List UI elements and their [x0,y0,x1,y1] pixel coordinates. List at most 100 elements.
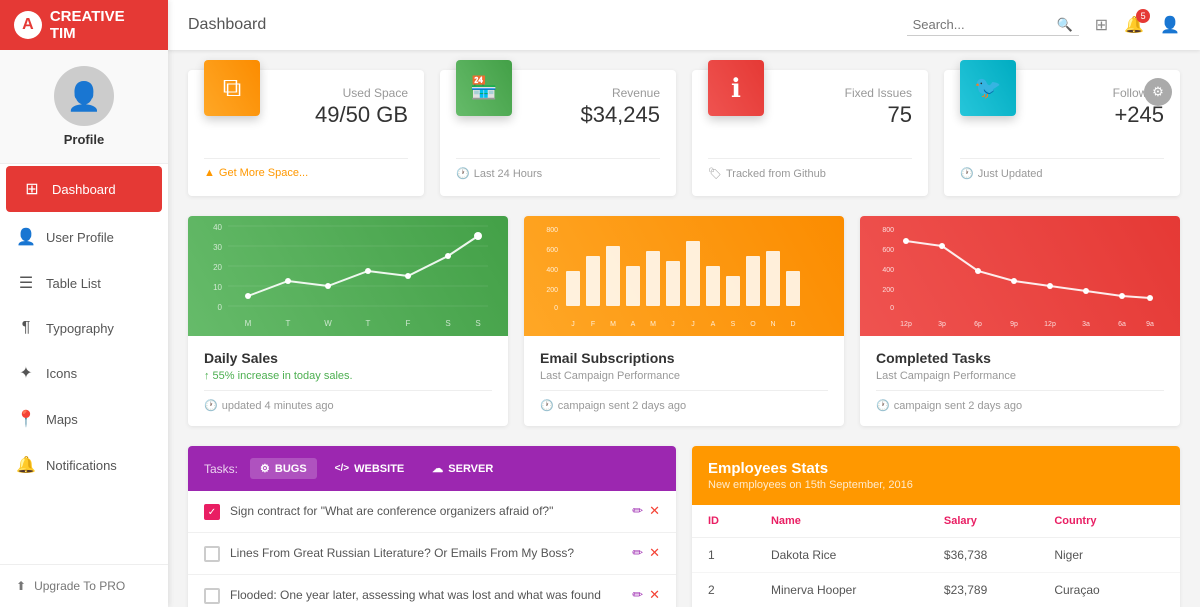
clock-icon: 🕐 [456,167,470,180]
task-delete-1[interactable]: ✕ [649,503,660,519]
upgrade-button[interactable]: ⬆ Upgrade To PRO [0,564,168,607]
svg-text:O: O [750,321,756,328]
bell-icon[interactable]: 🔔 5 [1124,15,1144,35]
emp-country: Curaçao [1038,573,1180,607]
svg-text:J: J [571,321,575,328]
svg-text:800: 800 [882,227,894,234]
completed-tasks-chart: 800 600 400 200 0 [860,216,1180,336]
task-actions-3: ✏ ✕ [632,587,660,603]
email-subs-footer-text: campaign sent 2 days ago [558,400,686,412]
svg-text:M: M [610,321,616,328]
task-delete-2[interactable]: ✕ [649,545,660,561]
followers-footer-text: Just Updated [978,168,1043,180]
task-edit-2[interactable]: ✏ [632,545,643,561]
revenue-footer-text: Last 24 Hours [474,168,542,180]
sidebar-item-maps[interactable]: 📍 Maps [0,396,168,442]
upgrade-icon: ⬆ [16,579,26,593]
task-item-2: Lines From Great Russian Literature? Or … [188,533,676,575]
profile-name: Profile [16,132,152,147]
employees-header: Employees Stats New employees on 15th Se… [692,446,1180,505]
bottom-row: Tasks: ⚙ BUGS </> WEBSITE ☁ SERVER [188,446,1180,607]
daily-sales-footer-text: updated 4 minutes ago [222,400,334,412]
search-input[interactable] [913,17,1053,32]
server-icon: ☁ [432,462,443,475]
task-actions-2: ✏ ✕ [632,545,660,561]
task-checkbox-3[interactable] [204,588,220,604]
user-account-icon[interactable]: 👤 [1160,15,1180,35]
svg-text:M: M [245,319,252,328]
svg-text:12p: 12p [900,321,912,328]
sidebar-item-table-list[interactable]: ☰ Table List [0,260,168,306]
main-area: Dashboard 🔍 ⊞ 🔔 5 👤 ⧉ Used Space 49/50 G… [168,0,1200,607]
daily-sales-info: Daily Sales ↑ 55% increase in today sale… [188,336,508,426]
svg-text:T: T [286,319,291,328]
content-area: ⧉ Used Space 49/50 GB ▲ Get More Space..… [168,50,1200,607]
dashboard-icon: ⊞ [22,179,42,199]
clock-icon-tasks: 🕐 [876,399,890,412]
sidebar-item-icons[interactable]: ✦ Icons [0,350,168,396]
warn-icon: ▲ [204,167,215,179]
task-edit-1[interactable]: ✏ [632,503,643,519]
sidebar-item-typography[interactable]: ¶ Typography [0,306,168,350]
email-subs-info: Email Subscriptions Last Campaign Perfor… [524,336,844,426]
task-checkbox-1[interactable]: ✓ [204,504,220,520]
sidebar-label-dashboard: Dashboard [52,182,116,197]
task-item-1: ✓ Sign contract for "What are conference… [188,491,676,533]
svg-text:20: 20 [213,263,222,272]
svg-text:J: J [691,321,695,328]
bugs-icon: ⚙ [260,462,270,475]
col-name: Name [755,505,928,538]
employees-table: ID Name Salary Country 1 Dakota Rice $36… [692,505,1180,607]
used-space-icon: ⧉ [204,60,260,116]
task-tab-server[interactable]: ☁ SERVER [422,458,503,479]
table-row: 2 Minerva Hooper $23,789 Curaçao [692,573,1180,607]
search-icon[interactable]: 🔍 [1057,17,1073,33]
task-text-3: Flooded: One year later, assessing what … [230,587,622,607]
tag-icon: 🏷 [708,167,722,180]
user-icon: 👤 [16,227,36,247]
upgrade-label: Upgrade To PRO [34,579,125,593]
svg-text:T: T [366,319,371,328]
col-salary: Salary [928,505,1038,538]
sidebar-item-user-profile[interactable]: 👤 User Profile [0,214,168,260]
svg-text:3a: 3a [1082,321,1090,328]
svg-text:9a: 9a [1146,321,1154,328]
grid-icon[interactable]: ⊞ [1095,15,1108,35]
emp-salary: $23,789 [928,573,1038,607]
maps-icon: 📍 [16,409,36,429]
fixed-issues-icon: ℹ [708,60,764,116]
task-delete-3[interactable]: ✕ [649,587,660,603]
task-tab-bugs[interactable]: ⚙ BUGS [250,458,317,479]
tasks-label: Tasks: [204,462,238,476]
task-tab-website[interactable]: </> WEBSITE [325,459,415,479]
task-actions-1: ✏ ✕ [632,503,660,519]
get-more-space-link[interactable]: Get More Space... [219,167,308,179]
sidebar: A CREATIVE TIM 👤 Profile ⊞ Dashboard 👤 U… [0,0,168,607]
svg-text:A: A [631,321,636,328]
stat-card-revenue: 🏪 Revenue $34,245 🕐 Last 24 Hours [440,70,676,196]
charts-row: 40 30 20 10 0 [188,216,1180,426]
emp-salary: $36,738 [928,538,1038,573]
profile-section: 👤 Profile [0,50,168,164]
sidebar-item-dashboard[interactable]: ⊞ Dashboard [6,166,162,212]
brand-header: A CREATIVE TIM [0,0,168,50]
settings-icon[interactable]: ⚙ [1144,78,1172,106]
sidebar-label-table-list: Table List [46,276,101,291]
completed-tasks-svg: 800 600 400 200 0 [860,216,1180,336]
sidebar-label-user-profile: User Profile [46,230,114,245]
server-label: SERVER [448,463,493,475]
task-item-3: Flooded: One year later, assessing what … [188,575,676,607]
chart-daily-sales: 40 30 20 10 0 [188,216,508,426]
task-checkbox-2[interactable] [204,546,220,562]
task-edit-3[interactable]: ✏ [632,587,643,603]
svg-text:J: J [671,321,675,328]
table-row: 1 Dakota Rice $36,738 Niger [692,538,1180,573]
svg-text:200: 200 [882,287,894,294]
sidebar-item-notifications[interactable]: 🔔 Notifications [0,442,168,488]
daily-sales-footer: 🕐 updated 4 minutes ago [204,390,492,412]
completed-tasks-subtitle: Last Campaign Performance [876,370,1164,382]
table-header-row: ID Name Salary Country [692,505,1180,538]
notification-badge: 5 [1136,9,1150,23]
stat-card-used-space: ⧉ Used Space 49/50 GB ▲ Get More Space..… [188,70,424,196]
chart-completed-tasks: 800 600 400 200 0 [860,216,1180,426]
